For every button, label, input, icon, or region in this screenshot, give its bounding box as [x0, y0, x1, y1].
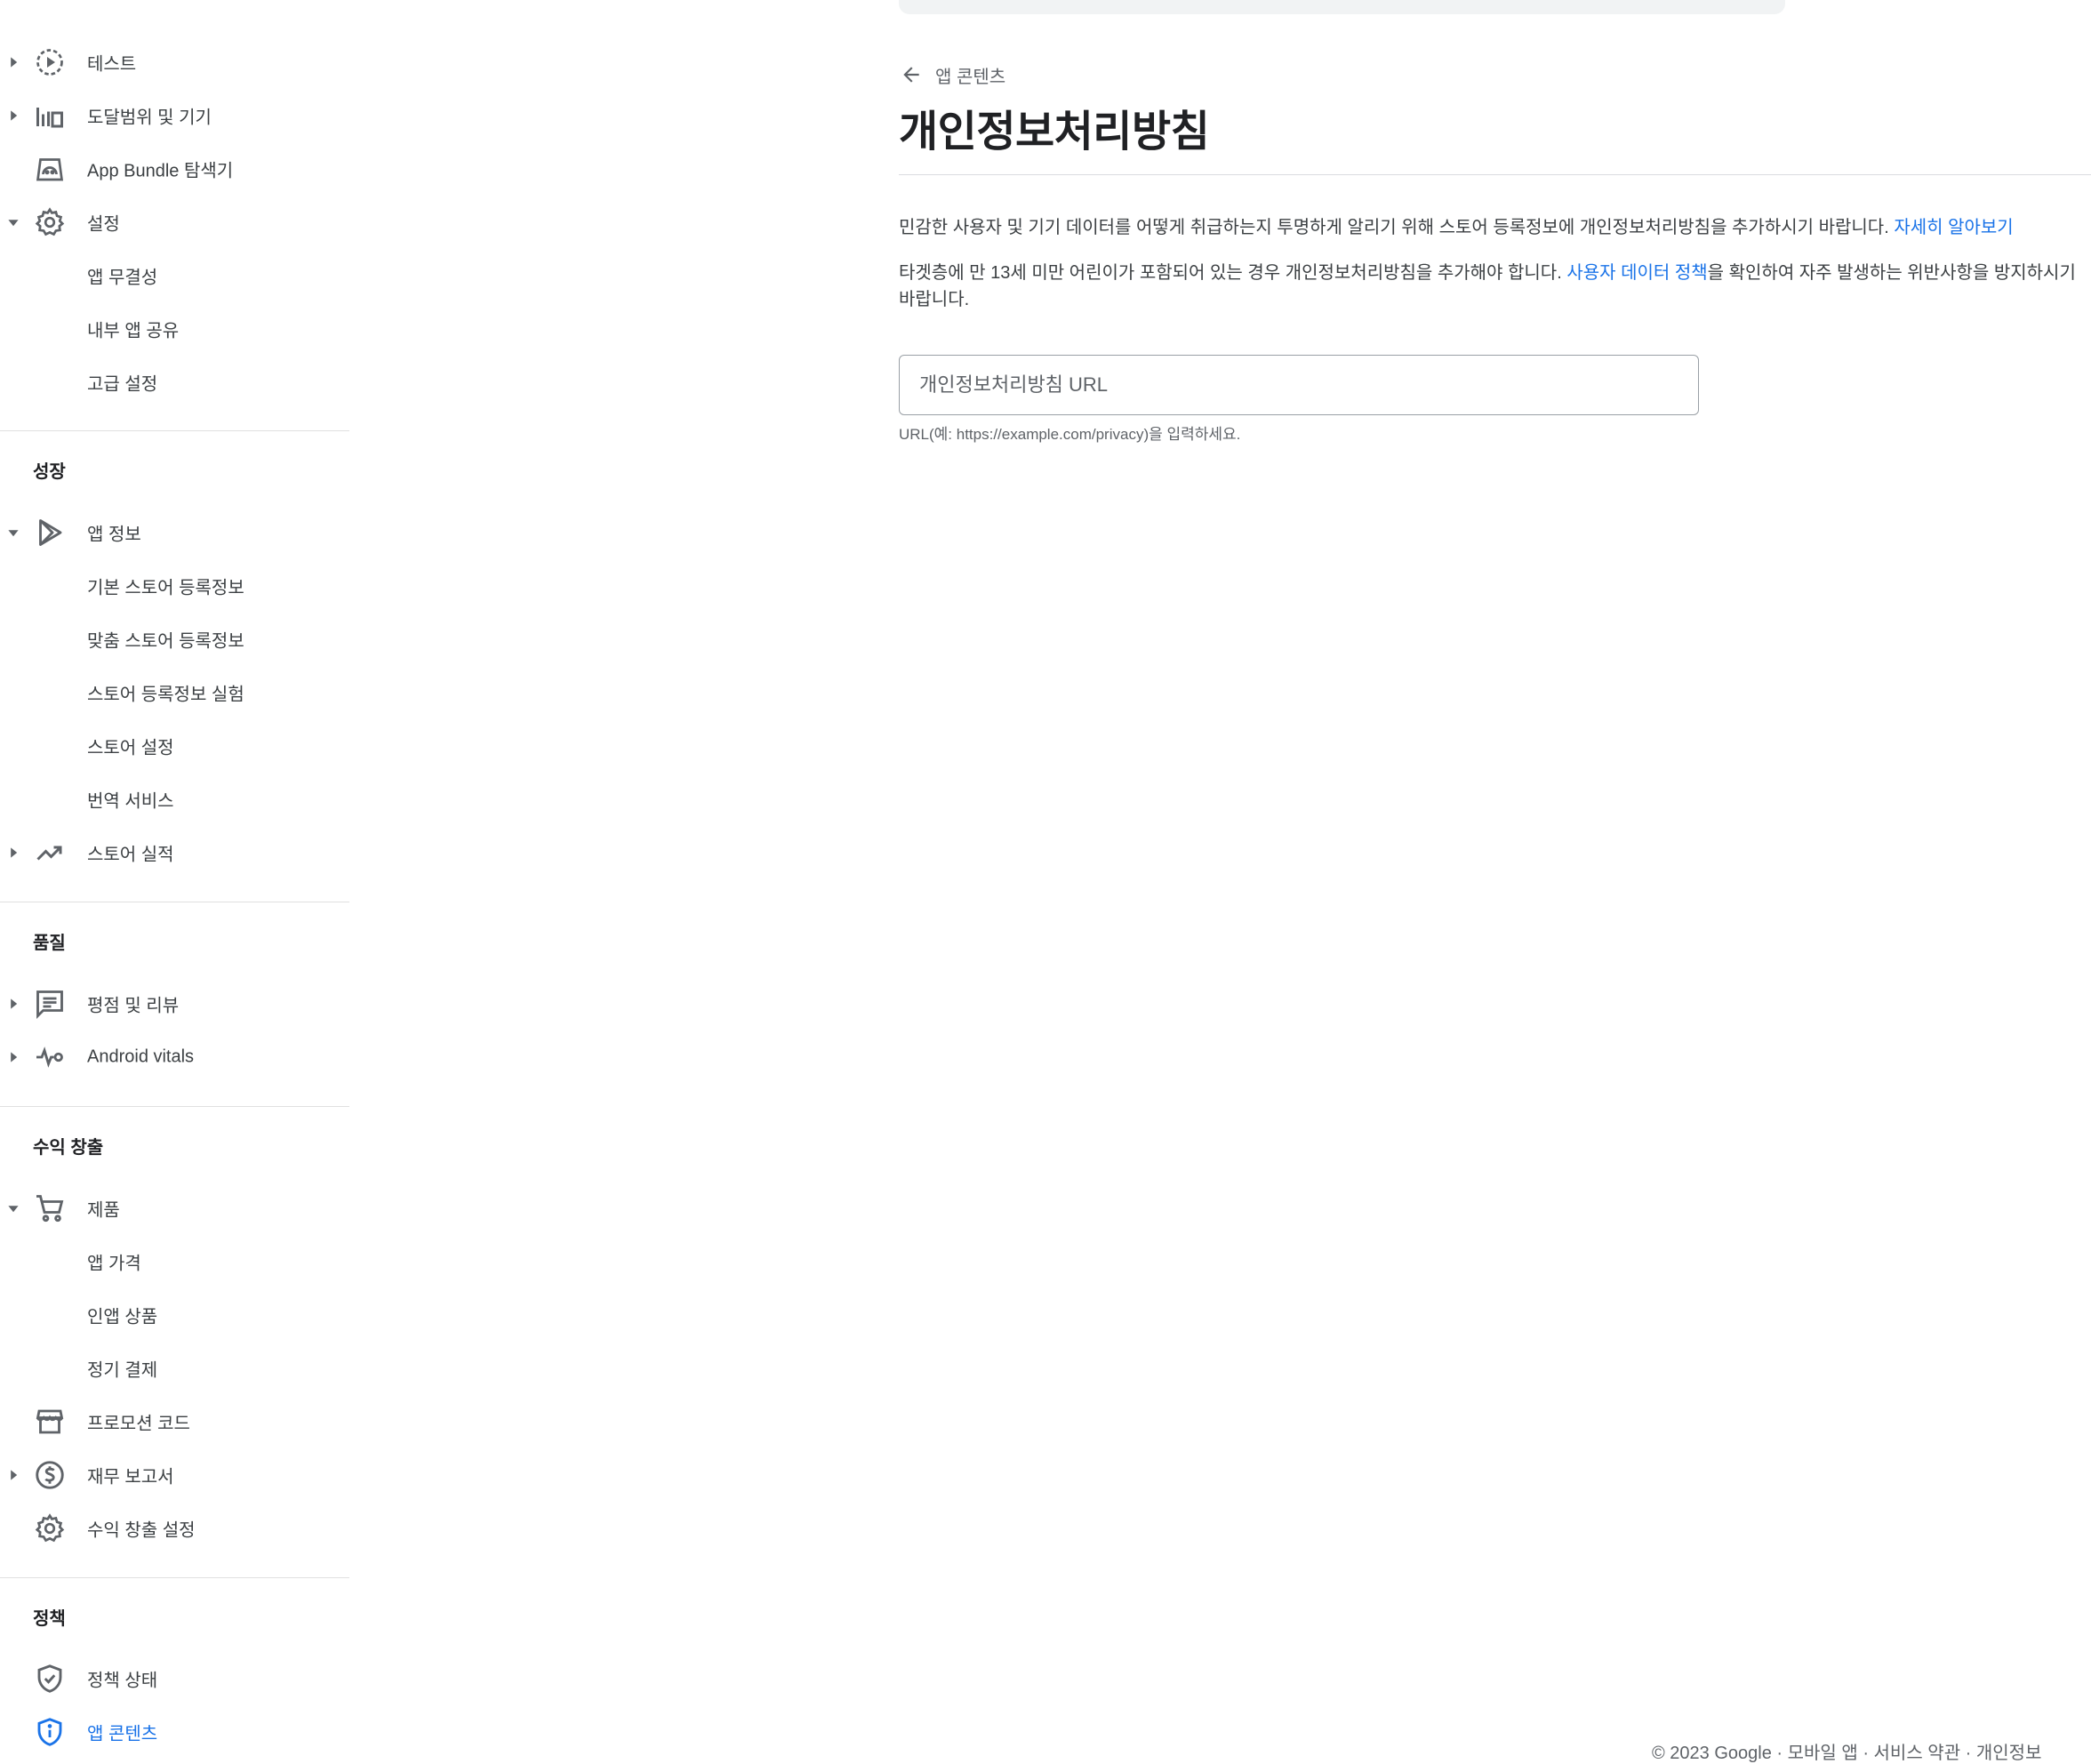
sidebar-item-app-pricing[interactable]: 앱 가격	[0, 1235, 349, 1288]
sidebar-item-label: 고급 설정	[87, 374, 158, 395]
section-heading-policy: 정책	[33, 1609, 66, 1629]
caret-right-icon[interactable]	[4, 1466, 22, 1484]
shopping-cart-icon	[32, 1191, 68, 1226]
section-heading-growth: 성장	[33, 462, 66, 482]
description-paragraph-1: 민감한 사용자 및 기기 데이터를 어떻게 취급하는지 투명하게 알리기 위해 …	[899, 214, 2090, 241]
caret-down-icon[interactable]	[4, 524, 22, 541]
caret-right-icon[interactable]	[4, 53, 22, 71]
sidebar-item-reach[interactable]: 도달범위 및 기기	[0, 89, 349, 142]
sidebar-item-ratings-reviews[interactable]: 평점 및 리뷰	[0, 977, 349, 1030]
sidebar-item-label: 정책 상태	[87, 1671, 158, 1691]
play-store-icon	[32, 515, 68, 550]
sidebar-item-label: 인앱 상품	[87, 1307, 158, 1327]
sidebar-item-financial-reports[interactable]: 재무 보고서	[0, 1448, 349, 1502]
bar-chart-device-icon	[32, 98, 68, 133]
sidebar-item-label: 스토어 등록정보 실험	[87, 685, 244, 705]
description-text: 민감한 사용자 및 기기 데이터를 어떻게 취급하는지 투명하게 알리기 위해 …	[899, 218, 1895, 237]
sidebar-item-label: 평점 및 리뷰	[87, 996, 180, 1016]
sidebar-item-label: 설정	[87, 214, 120, 235]
sidebar-item-listing-experiments[interactable]: 스토어 등록정보 실험	[0, 666, 349, 719]
breadcrumb-link-app-content[interactable]: 앱 콘텐츠	[935, 62, 1005, 88]
review-icon	[32, 986, 68, 1022]
sidebar-item-label: 앱 콘텐츠	[87, 1724, 158, 1744]
sidebar-item-custom-store-listing[interactable]: 맞춤 스토어 등록정보	[0, 613, 349, 666]
sidebar-divider	[0, 1106, 349, 1107]
sidebar-item-label: 내부 앱 공유	[87, 321, 180, 341]
sidebar-item-label: 제품	[87, 1200, 120, 1221]
sidebar-item-app-content[interactable]: 앱 콘텐츠	[0, 1705, 349, 1759]
caret-right-icon[interactable]	[4, 995, 22, 1013]
title-divider	[899, 174, 2091, 175]
sidebar-item-label: App Bundle 탐색기	[87, 161, 234, 181]
sidebar-item-settings[interactable]: 설정	[0, 196, 349, 249]
footer-links[interactable]: © 2023 Google · 모바일 앱 · 서비스 약관 · 개인정보	[1652, 1738, 2041, 1764]
caret-down-icon[interactable]	[4, 1199, 22, 1217]
sidebar-item-label: 테스트	[87, 54, 137, 75]
dollar-circle-icon	[32, 1457, 68, 1493]
sidebar-item-label: 번역 서비스	[87, 791, 174, 812]
shield-info-icon	[32, 1714, 68, 1750]
learn-more-link[interactable]: 자세히 알아보기	[1894, 218, 2013, 237]
test-icon	[32, 44, 68, 80]
sidebar-item-label: 기본 스토어 등록정보	[87, 578, 244, 598]
privacy-policy-url-field[interactable]	[899, 355, 1699, 415]
vitals-pulse-icon	[32, 1039, 68, 1075]
sidebar-item-monetization-setup[interactable]: 수익 창출 설정	[0, 1502, 349, 1555]
sidebar-item-bundle-explorer[interactable]: App Bundle 탐색기	[0, 142, 349, 196]
sidebar-item-subscriptions[interactable]: 정기 결제	[0, 1342, 349, 1395]
sidebar-nav: 테스트 도달범위 및 기기 App Bundle 탐색기 설정 앱 무결성 내부…	[0, 0, 349, 1753]
gear-icon	[32, 1511, 68, 1546]
section-heading-monetize: 수익 창출	[33, 1138, 104, 1158]
caret-down-icon[interactable]	[4, 213, 22, 231]
storefront-icon	[32, 1404, 68, 1439]
privacy-policy-url-input[interactable]	[900, 356, 1698, 414]
sidebar-item-advanced-settings[interactable]: 고급 설정	[0, 356, 349, 409]
breadcrumb[interactable]: 앱 콘텐츠	[900, 60, 1005, 89]
sidebar-item-label: 앱 가격	[87, 1254, 141, 1274]
sidebar-divider	[0, 430, 349, 431]
description-paragraph-2: 타겟층에 만 13세 미만 어린이가 포함되어 있는 경우 개인정보처리방침을 …	[899, 260, 2090, 313]
sidebar-item-label: 도달범위 및 기기	[87, 108, 212, 128]
sidebar-item-translation-service[interactable]: 번역 서비스	[0, 773, 349, 826]
caret-right-icon[interactable]	[4, 107, 22, 124]
sidebar-item-test[interactable]: 테스트	[0, 36, 349, 89]
sidebar-item-main-store-listing[interactable]: 기본 스토어 등록정보	[0, 559, 349, 613]
arrow-back-icon[interactable]	[900, 63, 923, 86]
sidebar-item-store-settings[interactable]: 스토어 설정	[0, 719, 349, 773]
section-heading-quality: 품질	[33, 934, 66, 953]
sidebar-item-app-integrity[interactable]: 앱 무결성	[0, 249, 349, 302]
sidebar-item-internal-sharing[interactable]: 내부 앱 공유	[0, 302, 349, 356]
sidebar-item-app-info[interactable]: 앱 정보	[0, 506, 349, 559]
sidebar-divider	[0, 1577, 349, 1578]
sidebar-item-policy-status[interactable]: 정책 상태	[0, 1652, 349, 1705]
description-text: 타겟층에 만 13세 미만 어린이가 포함되어 있는 경우 개인정보처리방침을 …	[899, 263, 1567, 283]
sidebar-item-label: 앱 무결성	[87, 268, 158, 288]
trending-up-icon	[32, 835, 68, 870]
user-data-policy-link[interactable]: 사용자 데이터 정책	[1566, 263, 1707, 283]
sidebar-item-store-performance[interactable]: 스토어 실적	[0, 826, 349, 879]
android-bundle-icon	[32, 151, 68, 187]
top-search-bar[interactable]	[899, 0, 1785, 14]
sidebar-item-label: 스토어 실적	[87, 845, 174, 865]
page-title: 개인정보처리방침	[899, 108, 1210, 156]
sidebar-item-label: 프로모션 코드	[87, 1414, 190, 1434]
url-helper-text: URL(예: https://example.com/privacy)을 입력하…	[899, 426, 1241, 443]
caret-right-icon[interactable]	[4, 1048, 22, 1066]
sidebar-item-label: 스토어 설정	[87, 738, 174, 758]
sidebar-item-label: Android vitals	[87, 1046, 195, 1067]
sidebar-item-label: 재무 보고서	[87, 1467, 174, 1487]
sidebar-item-label: 정기 결제	[87, 1360, 158, 1381]
sidebar-item-label: 맞춤 스토어 등록정보	[87, 631, 244, 652]
sidebar-item-in-app-products[interactable]: 인앱 상품	[0, 1288, 349, 1342]
sidebar-item-products[interactable]: 제품	[0, 1182, 349, 1235]
sidebar-item-label: 수익 창출 설정	[87, 1520, 196, 1541]
gear-icon	[32, 204, 68, 240]
sidebar-item-android-vitals[interactable]: Android vitals	[0, 1030, 349, 1084]
caret-right-icon[interactable]	[4, 844, 22, 862]
shield-check-icon	[32, 1661, 68, 1696]
sidebar-item-label: 앱 정보	[87, 525, 141, 545]
sidebar-item-promo-codes[interactable]: 프로모션 코드	[0, 1395, 349, 1448]
